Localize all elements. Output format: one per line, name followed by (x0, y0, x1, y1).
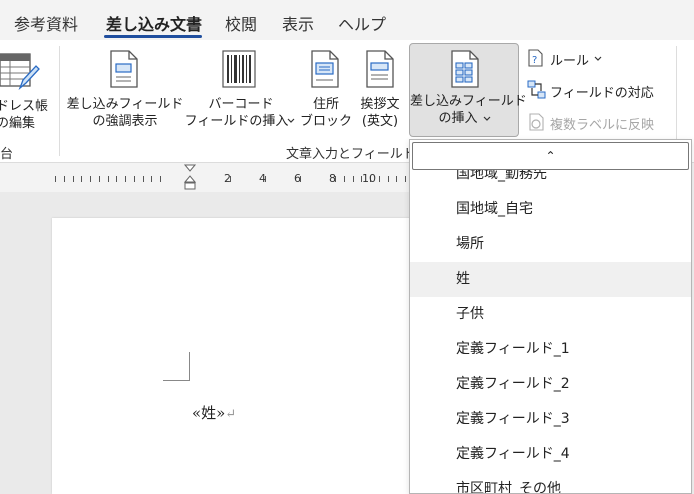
address-block-label-2: ブロック (300, 114, 353, 129)
edit-recipient-list-button[interactable]: ドレス帳 の編集 (0, 46, 60, 138)
match-fields-label: フィールドの対応 (550, 86, 654, 101)
ruler-tick (81, 176, 83, 182)
greeting-line-button[interactable]: 挨拶文 (英文) (354, 44, 406, 140)
ruler-tick (107, 176, 109, 182)
ruler-tick (378, 176, 380, 182)
chevron-down-icon (594, 56, 602, 61)
ruler-tick (90, 176, 91, 182)
ruler-tick (396, 176, 398, 182)
address-list-pencil-icon (0, 53, 40, 90)
ruler-number: 8 (329, 172, 336, 185)
ruler-tick (352, 176, 354, 182)
merge-field-item[interactable]: 国地域_自宅 (410, 192, 691, 227)
tab-references[interactable]: 参考資料 (14, 11, 78, 35)
update-labels-label: 複数ラベルに反映 (550, 118, 655, 133)
barcode-icon (222, 50, 256, 88)
insert-merge-field-label-1: 差し込みフィールド (410, 94, 527, 109)
merge-field-item[interactable]: 市区町村_その他 (410, 472, 691, 493)
merge-field-item[interactable]: 姓 (410, 262, 691, 297)
group-label-write-insert-fields: 文章入力とフィールド (286, 147, 416, 162)
ruler-number: 4 (259, 172, 266, 185)
scroll-up-button[interactable]: ⌃ (412, 142, 689, 170)
ruler-tick (133, 176, 135, 182)
highlight-fields-label-2: の強調表示 (92, 114, 158, 129)
address-book-label-1: ドレス帳 (0, 99, 49, 114)
ruler-tick (142, 176, 144, 182)
greeting-line-icon (366, 50, 394, 88)
ruler-tick (160, 176, 161, 182)
merge-field-dropdown: 国地域_勤務先 国地域_自宅 場所 姓 子供 定義フィールド_1 定義フィールド… (409, 139, 692, 494)
highlight-merge-fields-button[interactable]: 差し込みフィールド の強調表示 (66, 44, 184, 140)
barcode-label-1: バーコード (208, 97, 274, 112)
indent-marker-icon[interactable] (184, 164, 196, 192)
chevron-down-icon (287, 118, 295, 123)
ruler-tick (151, 176, 153, 182)
group-separator (59, 46, 60, 156)
ruler-tick (116, 176, 118, 182)
tab-view[interactable]: 表示 (282, 11, 314, 35)
rules-label: ルール (550, 54, 590, 69)
highlight-fields-label-1: 差し込みフィールド (66, 97, 184, 112)
ruler-tick (63, 176, 65, 182)
ruler-number: 10 (362, 172, 376, 185)
update-labels-icon (529, 113, 544, 131)
margin-corner-mark (163, 380, 190, 381)
tab-mailings[interactable]: 差し込み文書 (106, 11, 202, 35)
address-block-icon (311, 50, 339, 88)
ruler-tick (72, 176, 74, 182)
insert-merge-field-icon (451, 50, 479, 88)
ruler-number: 2 (224, 172, 231, 185)
tab-help[interactable]: ヘルプ (338, 11, 386, 35)
insert-merge-field-button[interactable]: 差し込みフィールド の挿入 (409, 43, 527, 137)
ruler-tick (343, 176, 345, 182)
svg-text:?: ? (532, 55, 537, 66)
merge-field-text: «姓» (192, 404, 226, 422)
merge-field-list: 国地域_勤務先 国地域_自宅 場所 姓 子供 定義フィールド_1 定義フィールド… (410, 157, 691, 493)
ruler-tick (98, 176, 100, 182)
merge-field-item[interactable]: 定義フィールド_2 (410, 367, 691, 402)
paragraph-mark: ↵ (225, 407, 237, 422)
document-page[interactable] (52, 218, 412, 494)
ruler-tick (125, 176, 126, 182)
merge-field-item[interactable]: 定義フィールド_1 (410, 332, 691, 367)
address-block-label-1: 住所 (312, 97, 339, 112)
merge-field-item[interactable]: 定義フィールド_4 (410, 437, 691, 472)
merge-field-item[interactable]: 場所 (410, 227, 691, 262)
ruler-tick (405, 176, 406, 182)
chevron-down-icon (483, 116, 491, 121)
insert-merge-field-label-2: の挿入 (438, 111, 478, 126)
tab-review[interactable]: 校閲 (225, 11, 257, 35)
chevron-up-icon: ⌃ (545, 149, 556, 163)
group-label-left: 台 (0, 147, 14, 162)
merge-field-item[interactable]: 定義フィールド_3 (410, 402, 691, 437)
address-block-button[interactable]: 住所 ブロック (300, 44, 352, 140)
document-field-icon (110, 50, 138, 88)
barcode-label-2: フィールドの挿入 (184, 114, 289, 129)
ruler-tick (387, 176, 389, 182)
merge-field-item[interactable]: 子供 (410, 297, 691, 332)
margin-corner-mark (189, 352, 190, 381)
address-book-label-2: の編集 (0, 116, 36, 131)
greeting-label-1: 挨拶文 (360, 97, 400, 112)
insert-barcode-field-button[interactable]: バーコード フィールドの挿入 (184, 44, 298, 140)
ruler-number: 6 (294, 172, 301, 185)
horizontal-ruler: 2 4 6 8 10 (52, 164, 412, 192)
match-fields-icon (527, 80, 546, 99)
ribbon-tab-bar: 参考資料 差し込み文書 校閲 表示 ヘルプ (0, 0, 694, 40)
active-tab-indicator (104, 35, 202, 38)
ruler-tick (55, 176, 56, 182)
rules-icon: ? (528, 49, 543, 67)
merge-field-last-name[interactable]: «姓»↵ (192, 402, 236, 423)
greeting-label-2: (英文) (361, 114, 399, 129)
